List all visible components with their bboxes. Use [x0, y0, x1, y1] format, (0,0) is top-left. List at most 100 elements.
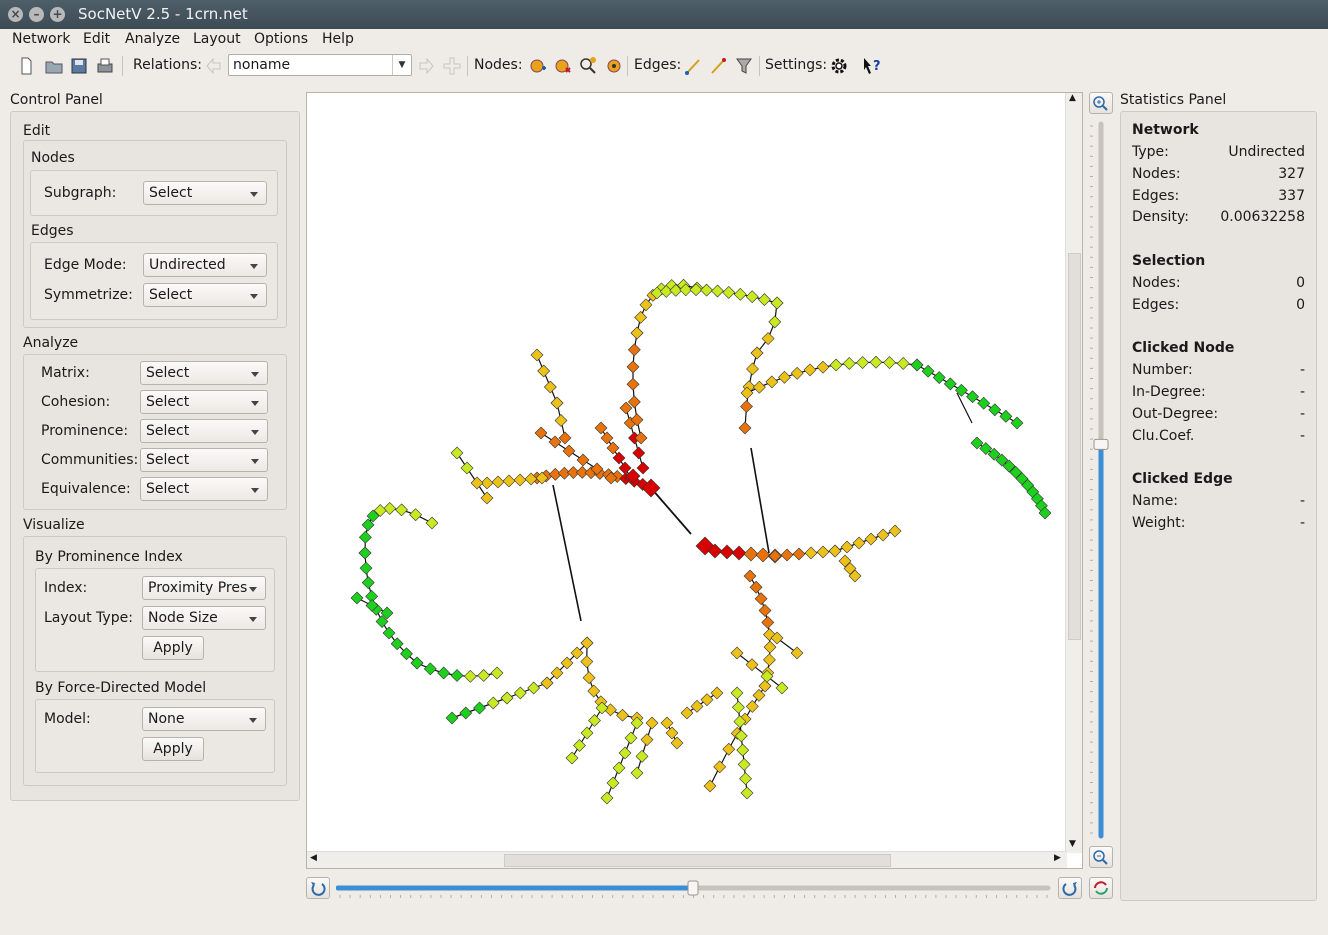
menu-edit[interactable]: Edit — [83, 31, 110, 47]
graph-node[interactable] — [730, 646, 744, 660]
graph-node[interactable] — [977, 396, 991, 410]
rotate-left-button[interactable] — [306, 877, 330, 899]
graph-node[interactable] — [634, 431, 648, 445]
graph-node[interactable] — [749, 580, 763, 594]
graph-node[interactable] — [722, 285, 736, 299]
scroll-left-icon[interactable]: ◀ — [310, 853, 317, 863]
graph-node[interactable] — [842, 357, 856, 370]
graph-node[interactable] — [713, 760, 727, 774]
add-edge-icon[interactable] — [684, 56, 702, 76]
apply-force-button[interactable]: Apply — [142, 737, 204, 761]
graph-node[interactable] — [770, 296, 784, 310]
close-window-button[interactable]: × — [8, 7, 23, 22]
edge-mode-select[interactable]: Undirected — [143, 253, 267, 277]
rotation-slider-handle[interactable] — [687, 880, 699, 896]
graph-node[interactable] — [763, 653, 776, 667]
graph-node[interactable] — [737, 758, 751, 771]
matrix-select[interactable]: Select — [140, 361, 268, 385]
graph-node[interactable] — [534, 426, 548, 440]
graph-node[interactable] — [445, 711, 459, 725]
graph-node[interactable] — [640, 733, 654, 747]
graph-edge[interactable] — [650, 487, 692, 535]
graph-canvas[interactable]: ▲ ▼ ◀ ▶ — [306, 92, 1083, 869]
graph-node[interactable] — [463, 669, 477, 683]
graph-node[interactable] — [460, 461, 474, 475]
graph-node[interactable] — [700, 283, 714, 297]
graph-node[interactable] — [580, 655, 594, 669]
graph-node[interactable] — [943, 377, 957, 391]
menu-help[interactable]: Help — [322, 31, 354, 47]
graph-node[interactable] — [358, 530, 372, 544]
graph-node[interactable] — [896, 357, 910, 370]
remove-node-icon[interactable] — [554, 56, 572, 76]
apply-prominence-button[interactable]: Apply — [142, 636, 204, 660]
graph-node[interactable] — [711, 284, 724, 298]
graph-node[interactable] — [790, 366, 804, 380]
open-folder-icon[interactable] — [44, 56, 64, 76]
graph-node[interactable] — [470, 476, 484, 490]
graph-node[interactable] — [486, 696, 500, 710]
graph-node[interactable] — [680, 706, 694, 720]
find-node-icon[interactable] — [578, 56, 598, 76]
graph-node[interactable] — [543, 380, 557, 394]
graph-node[interactable] — [730, 686, 744, 700]
graph-node[interactable] — [359, 561, 373, 575]
graph-node[interactable] — [437, 666, 451, 680]
graph-edge[interactable] — [552, 484, 582, 622]
graph-node[interactable] — [639, 298, 653, 312]
graph-node[interactable] — [350, 591, 364, 605]
graph-node[interactable] — [690, 699, 704, 713]
menu-network[interactable]: Network — [12, 31, 70, 47]
graph-node[interactable] — [750, 346, 764, 360]
graph-node[interactable] — [500, 691, 514, 705]
graph-node[interactable] — [745, 658, 759, 672]
graph-node[interactable] — [731, 545, 747, 561]
rotation-slider[interactable] — [336, 878, 1052, 900]
graph-node[interactable] — [743, 569, 757, 583]
index-select[interactable]: Proximity Pres — [142, 576, 266, 600]
add-node-icon[interactable] — [529, 56, 547, 76]
rotate-right-button[interactable] — [1058, 877, 1082, 899]
graph-node[interactable] — [626, 377, 640, 391]
save-icon[interactable] — [70, 56, 88, 76]
maximize-window-button[interactable]: + — [50, 7, 65, 22]
graph-node[interactable] — [573, 739, 586, 752]
graph-node[interactable] — [775, 681, 789, 695]
zoom-out-button[interactable] — [1089, 846, 1113, 868]
graph-node[interactable] — [804, 546, 818, 560]
graph-node[interactable] — [491, 475, 505, 489]
graph-node[interactable] — [888, 524, 902, 538]
graph-node[interactable] — [752, 380, 766, 394]
graph-node[interactable] — [765, 375, 779, 389]
filter-edges-icon[interactable] — [735, 56, 753, 76]
graph-node[interactable] — [634, 310, 648, 324]
graph-node[interactable] — [670, 736, 684, 750]
minimize-window-button[interactable]: – — [29, 7, 44, 22]
graph-node[interactable] — [358, 546, 372, 560]
graph-node[interactable] — [425, 516, 439, 530]
graph-node[interactable] — [624, 731, 638, 745]
graph-node[interactable] — [921, 364, 935, 378]
graph-node[interactable] — [722, 742, 736, 756]
graph-node[interactable] — [636, 461, 650, 475]
graph-node[interactable] — [763, 640, 777, 654]
add-relation-icon[interactable] — [443, 56, 461, 76]
graph-node[interactable] — [513, 686, 527, 700]
graph-node[interactable] — [562, 444, 576, 458]
graph-node[interactable] — [582, 671, 596, 685]
graph-node[interactable] — [450, 446, 464, 460]
graph-node[interactable] — [754, 592, 768, 606]
reset-view-button[interactable] — [1089, 877, 1113, 899]
vertical-scroll-thumb[interactable] — [1068, 253, 1081, 640]
graph-node[interactable] — [740, 786, 754, 800]
graph-node[interactable] — [883, 356, 896, 369]
graph-node[interactable] — [740, 400, 753, 413]
graph-node[interactable] — [700, 693, 714, 707]
graph-node[interactable] — [852, 536, 866, 550]
graph-node[interactable] — [606, 441, 620, 455]
graph-node[interactable] — [733, 287, 747, 301]
graph-node[interactable] — [758, 604, 772, 617]
graph-node[interactable] — [703, 779, 717, 793]
graph-node[interactable] — [932, 371, 946, 384]
graph-node[interactable] — [746, 362, 759, 376]
